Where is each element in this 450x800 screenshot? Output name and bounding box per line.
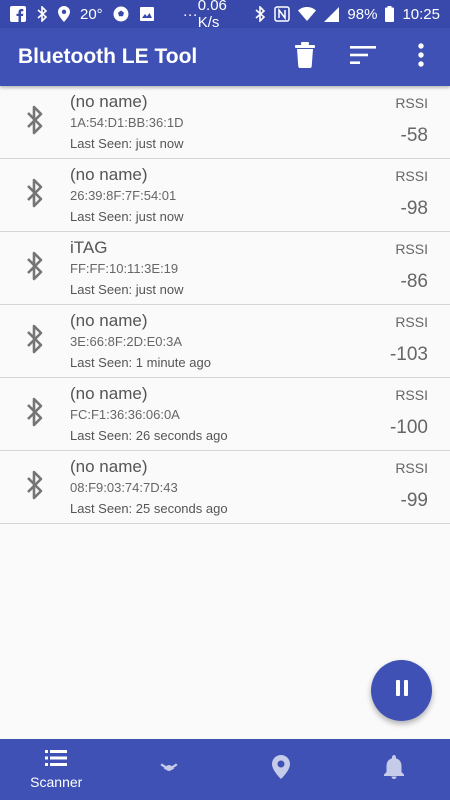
trash-icon — [295, 41, 315, 73]
app-title: Bluetooth LE Tool — [18, 45, 198, 68]
status-bar: 20° ··· 0.06 K/s 98% 10:25 — [0, 0, 450, 31]
rssi-label: RSSI — [395, 241, 428, 257]
rssi-value: -99 — [400, 490, 428, 511]
device-last-seen: Last Seen: 26 seconds ago — [70, 428, 228, 443]
soccer-ball-icon — [113, 6, 129, 22]
device-last-seen: Last Seen: 1 minute ago — [70, 355, 211, 370]
device-name: (no name) — [70, 384, 148, 403]
signal-icon — [324, 6, 340, 22]
rssi-value: -86 — [400, 271, 428, 292]
rssi-value: -103 — [389, 344, 428, 365]
nav-scanner-label: Scanner — [30, 773, 83, 790]
device-row[interactable]: iTAG FF:FF:10:11:3E:19 Last Seen: just n… — [0, 232, 450, 305]
device-name: iTAG — [70, 238, 108, 257]
broadcast-icon — [156, 755, 182, 784]
pause-icon — [395, 680, 409, 701]
bluetooth-connected-icon — [254, 6, 266, 22]
device-name: (no name) — [70, 457, 148, 476]
device-last-seen: Last Seen: just now — [70, 209, 184, 224]
device-row[interactable]: (no name) 08:F9:03:74:7D:43 Last Seen: 2… — [0, 451, 450, 524]
device-row[interactable]: (no name) 1A:54:D1:BB:36:1D Last Seen: j… — [0, 86, 450, 159]
bluetooth-icon — [25, 178, 45, 213]
nav-notifications[interactable] — [338, 739, 450, 800]
device-row[interactable]: (no name) FC:F1:36:36:06:0A Last Seen: 2… — [0, 378, 450, 451]
bluetooth-icon — [25, 251, 45, 286]
rssi-label: RSSI — [395, 387, 428, 403]
app-bar: Bluetooth LE Tool — [0, 28, 450, 86]
device-address: 1A:54:D1:BB:36:1D — [70, 115, 184, 130]
scanner-list-icon — [45, 749, 68, 771]
sort-button[interactable] — [334, 28, 392, 86]
rssi-label: RSSI — [395, 314, 428, 330]
clear-devices-button[interactable] — [276, 28, 334, 86]
location-icon — [272, 755, 291, 784]
rssi-value: -98 — [400, 198, 428, 219]
battery-percent-text: 98% — [347, 5, 378, 23]
more-vert-icon — [418, 42, 424, 72]
bluetooth-icon — [25, 105, 45, 140]
bluetooth-icon — [25, 324, 45, 359]
facebook-icon — [10, 6, 26, 22]
sort-icon — [350, 45, 376, 69]
clock-text: 10:25 — [402, 5, 440, 23]
bluetooth-status-icon — [36, 6, 48, 22]
device-address: FC:F1:36:36:06:0A — [70, 407, 180, 422]
device-list: (no name) 1A:54:D1:BB:36:1D Last Seen: j… — [0, 86, 450, 524]
nfc-icon — [274, 6, 291, 22]
rssi-label: RSSI — [395, 168, 428, 184]
nav-advertiser[interactable] — [113, 739, 226, 800]
device-name: (no name) — [70, 165, 148, 184]
rssi-label: RSSI — [395, 460, 428, 476]
device-name: (no name) — [70, 92, 148, 111]
battery-icon — [385, 6, 395, 22]
network-speed-text: 0.06 K/s — [197, 0, 227, 31]
bluetooth-icon — [25, 470, 45, 505]
nav-scanner[interactable]: Scanner — [0, 739, 113, 800]
temperature-text: 20° — [80, 5, 103, 23]
location-status-icon — [58, 6, 70, 22]
rssi-value: -100 — [389, 417, 428, 438]
device-last-seen: Last Seen: just now — [70, 136, 184, 151]
bluetooth-icon — [25, 397, 45, 432]
pause-scan-button[interactable] — [371, 660, 432, 721]
device-address: 08:F9:03:74:7D:43 — [70, 480, 178, 495]
device-name: (no name) — [70, 311, 148, 330]
wifi-icon — [298, 7, 317, 21]
device-last-seen: Last Seen: just now — [70, 282, 184, 297]
device-address: FF:FF:10:11:3E:19 — [70, 261, 179, 276]
rssi-value: -58 — [400, 125, 428, 146]
rssi-label: RSSI — [395, 95, 428, 111]
image-icon — [139, 6, 155, 22]
bottom-navigation: Scanner — [0, 739, 450, 800]
device-row[interactable]: (no name) 26:39:8F:7F:54:01 Last Seen: j… — [0, 159, 450, 232]
overflow-menu-button[interactable] — [392, 28, 450, 86]
device-row[interactable]: (no name) 3E:66:8F:2D:E0:3A Last Seen: 1… — [0, 305, 450, 378]
nav-location[interactable] — [225, 739, 338, 800]
device-last-seen: Last Seen: 25 seconds ago — [70, 501, 228, 516]
more-notifications-text: ··· — [182, 5, 198, 23]
device-address: 26:39:8F:7F:54:01 — [70, 188, 177, 203]
device-address: 3E:66:8F:2D:E0:3A — [70, 334, 183, 349]
bell-icon — [383, 755, 404, 784]
